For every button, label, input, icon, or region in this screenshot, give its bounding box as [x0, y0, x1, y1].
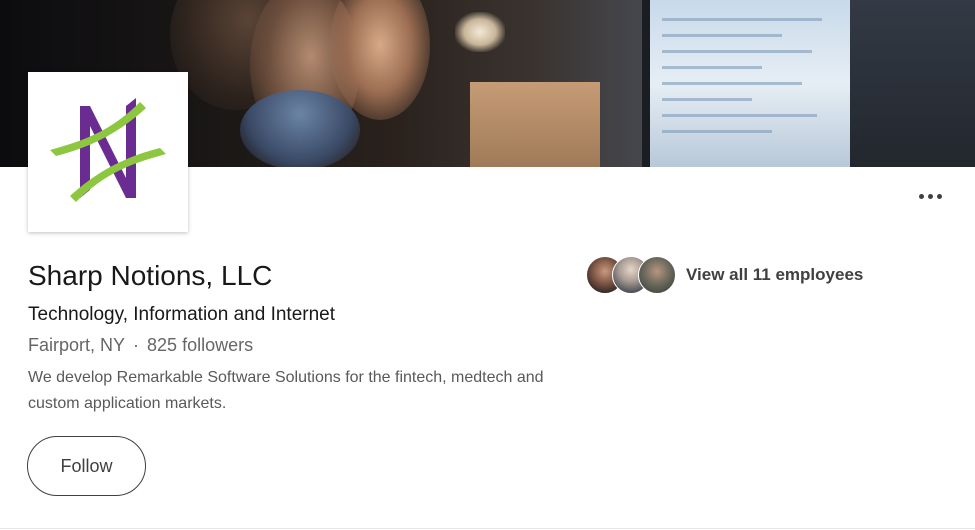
view-employees-link[interactable]: View all 11 employees — [586, 255, 863, 295]
ellipsis-icon — [918, 193, 924, 199]
meta-separator: · — [133, 335, 140, 355]
company-logo[interactable] — [28, 72, 188, 232]
sharp-notions-logo-icon — [50, 98, 166, 202]
view-employees-label: View all 11 employees — [686, 265, 864, 284]
company-location: Fairport, NY — [28, 335, 126, 355]
company-profile-card: Sharp Notions, LLC Technology, Informati… — [0, 0, 975, 529]
company-meta: Fairport, NY · 825 followers — [28, 333, 253, 357]
company-name: Sharp Notions, LLC — [28, 260, 273, 291]
company-industry: Technology, Information and Internet — [28, 304, 336, 325]
employee-avatars — [586, 255, 678, 295]
company-followers: 825 followers — [147, 335, 254, 355]
avatar — [638, 256, 676, 294]
follow-button[interactable]: Follow — [27, 436, 146, 496]
company-tagline: We develop Remarkable Software Solutions… — [28, 369, 544, 412]
more-actions-button[interactable] — [908, 180, 952, 212]
